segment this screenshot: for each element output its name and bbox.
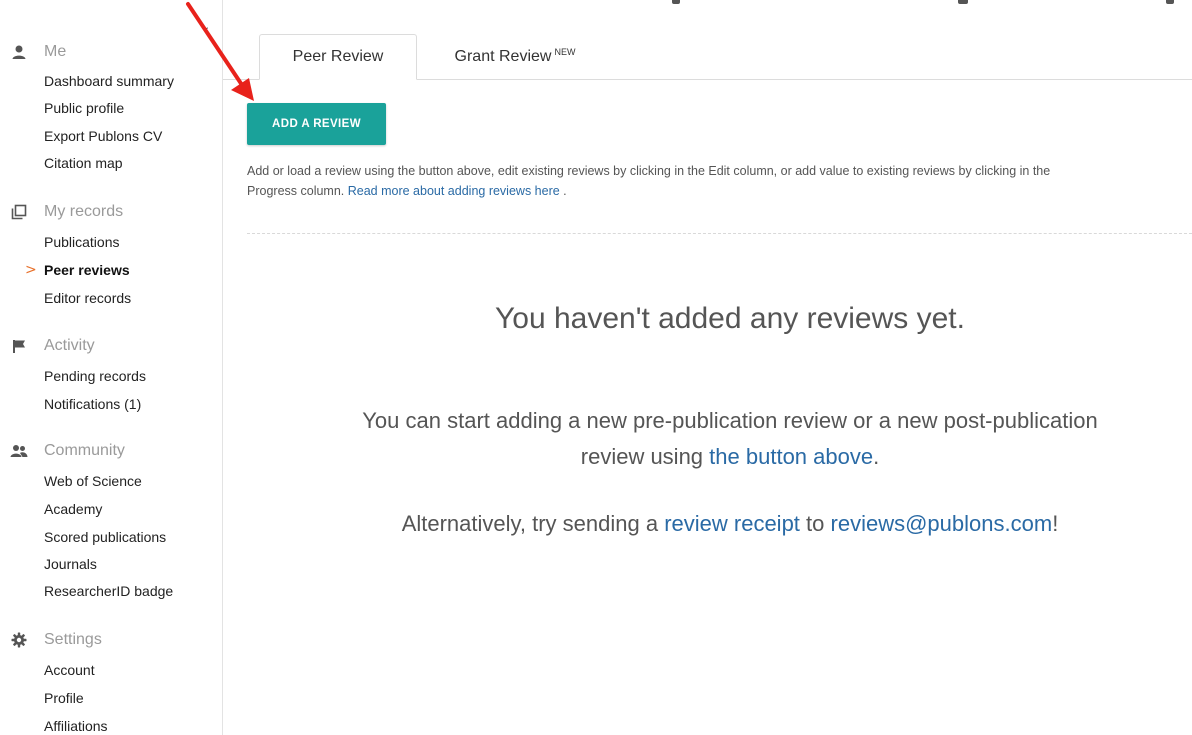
sidebar-item-public-profile[interactable]: Public profile [44,98,124,118]
people-icon [10,442,28,460]
sidebar-item-dashboard-summary[interactable]: Dashboard summary [44,71,174,91]
help-text: Add or load a review using the button ab… [247,161,1077,201]
alternative-message: Alternatively, try sending a review rece… [320,506,1140,542]
sidebar: ‹ Me Dashboard summary Public profile Ex… [0,0,223,735]
sidebar-section-label: Community [44,442,125,459]
sidebar-item-publications[interactable]: Publications [44,232,120,252]
flag-icon [10,337,28,355]
tab-peer-review[interactable]: Peer Review [259,34,417,80]
sidebar-item-peer-reviews[interactable]: Peer reviews [44,260,130,280]
sidebar-item-scored-publications[interactable]: Scored publications [44,527,166,547]
help-text-end: . [563,184,567,198]
new-badge: NEW [554,47,576,57]
sidebar-item-citation-map[interactable]: Citation map [44,153,123,173]
person-icon [10,43,28,61]
copy-records-icon [10,203,28,221]
sidebar-section-settings: Settings [10,630,102,650]
add-review-button[interactable]: ADD A REVIEW [247,103,386,145]
tab-label: Grant Review [454,48,552,65]
alt-text-end: ! [1052,511,1059,536]
sidebar-item-pending-records[interactable]: Pending records [44,366,146,386]
email-link[interactable]: reviews@publons.com [831,511,1053,536]
review-receipt-link[interactable]: review receipt [664,511,800,536]
sidebar-section-label: Settings [44,631,102,648]
gear-icon [10,631,28,649]
sidebar-item-academy[interactable]: Academy [44,499,102,519]
sidebar-item-profile[interactable]: Profile [44,688,84,708]
sidebar-section-label: Me [44,43,67,60]
sidebar-item-affiliations[interactable]: Affiliations [44,716,108,735]
empty-state-message: You can start adding a new pre-publicati… [330,403,1130,475]
sidebar-section-label: Activity [44,337,95,354]
sidebar-section-my-records: My records [10,202,123,222]
collapse-sidebar-icon[interactable]: ‹ [203,23,215,38]
alt-text-middle: to [806,511,825,536]
sidebar-item-notifications[interactable]: Notifications (1) [44,394,141,414]
tab-label: Peer Review [292,48,384,65]
empty-state-title: You haven't added any reviews yet. [495,302,965,335]
sidebar-section-activity: Activity [10,336,95,356]
sidebar-item-researcherid-badge[interactable]: ResearcherID badge [44,581,173,601]
read-more-link[interactable]: Read more about adding reviews here [348,184,560,198]
sidebar-item-web-of-science[interactable]: Web of Science [44,471,142,491]
sidebar-item-account[interactable]: Account [44,660,95,680]
sidebar-section-label: My records [44,203,124,220]
sidebar-item-export-publons-cv[interactable]: Export Publons CV [44,126,162,146]
sidebar-item-journals[interactable]: Journals [44,554,97,574]
sidebar-section-me: Me [10,42,66,62]
button-above-link[interactable]: the button above [709,444,873,469]
tab-grant-review[interactable]: Grant Review NEW [420,34,610,80]
active-item-chevron-icon: > [25,262,37,278]
sidebar-section-community: Community [10,441,125,461]
alt-text: Alternatively, try sending a [401,511,659,536]
divider [247,233,1192,234]
empty-message-end: . [873,444,880,469]
sidebar-item-editor-records[interactable]: Editor records [44,288,131,308]
